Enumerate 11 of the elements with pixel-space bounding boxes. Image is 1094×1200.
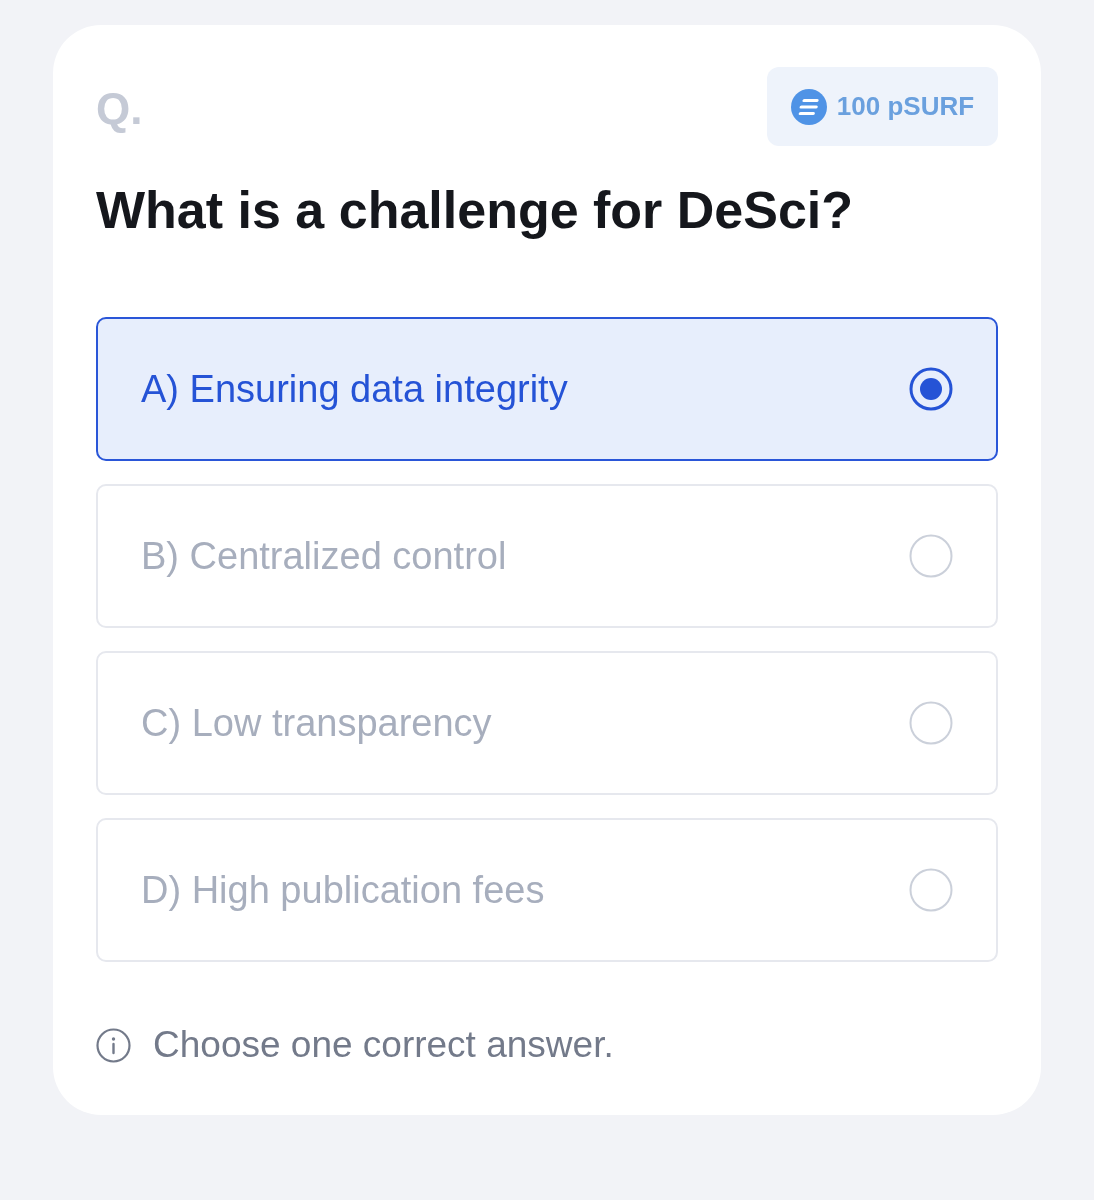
answer-option[interactable]: C) Low transparency <box>96 651 998 796</box>
coin-icon <box>790 88 827 125</box>
answer-option[interactable]: B) Centralized control <box>96 484 998 629</box>
hint-text: Choose one correct answer. <box>153 1023 614 1068</box>
question-text: What is a challenge for DeSci? <box>96 180 855 241</box>
radio-icon[interactable] <box>909 367 953 412</box>
reward-amount: 100 pSURF <box>836 90 975 123</box>
info-icon <box>96 1028 131 1064</box>
answer-option[interactable]: D) High publication fees <box>96 818 998 963</box>
question-label: Q. <box>96 86 143 131</box>
answer-option[interactable]: A) Ensuring data integrity <box>96 317 998 462</box>
